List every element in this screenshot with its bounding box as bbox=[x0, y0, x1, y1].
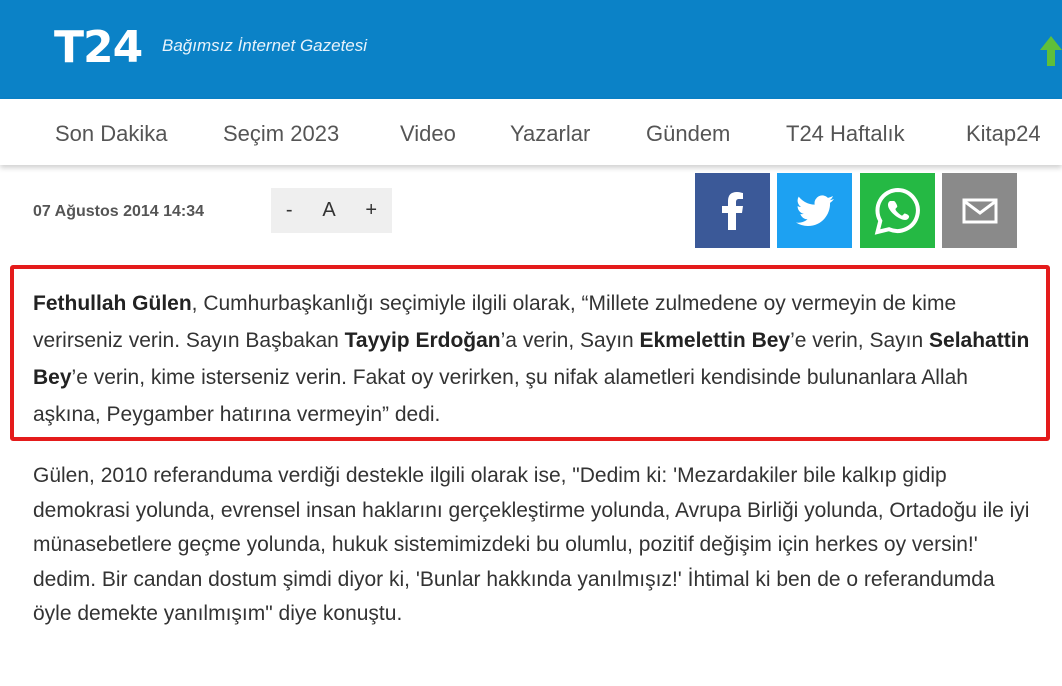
twitter-icon bbox=[795, 194, 834, 226]
facebook-icon bbox=[721, 191, 743, 230]
logo-text: T24 bbox=[54, 22, 143, 73]
font-increase-button[interactable]: + bbox=[359, 199, 383, 222]
nav-item-kitap24[interactable]: Kitap24 bbox=[966, 121, 1041, 147]
article-paragraph: Gülen, 2010 referanduma verdiği destekle… bbox=[33, 464, 1030, 625]
site-logo[interactable]: T24 bbox=[54, 22, 143, 73]
nav-item-yazarlar[interactable]: Yazarlar bbox=[510, 121, 590, 147]
main-navigation: Son Dakika Seçim 2023 Video Yazarlar Gün… bbox=[0, 99, 1062, 165]
nav-item-t24-haftalik[interactable]: T24 Haftalık bbox=[786, 121, 905, 147]
paragraph-text: ’e verin, kime isterseniz verin. Fakat o… bbox=[33, 366, 968, 426]
person-name: Ekmelettin Bey bbox=[639, 329, 791, 352]
site-header: T24 Bağımsız İnternet Gazetesi bbox=[0, 0, 1062, 99]
article-date: 07 Ağustos 2014 14:34 bbox=[33, 203, 205, 220]
font-decrease-button[interactable]: - bbox=[280, 199, 299, 222]
site-tagline: Bağımsız İnternet Gazetesi bbox=[162, 36, 368, 55]
scroll-up-arrow-icon[interactable] bbox=[1040, 36, 1062, 66]
paragraph-text: ’a verin, Sayın bbox=[500, 329, 640, 352]
person-name: Fethullah Gülen bbox=[33, 292, 192, 315]
share-whatsapp-button[interactable] bbox=[860, 173, 935, 248]
whatsapp-icon bbox=[874, 187, 920, 235]
article-paragraph-highlighted: Fethullah Gülen, Cumhurbaşkanlığı seçimi… bbox=[33, 285, 1033, 433]
nav-item-secim-2023[interactable]: Seçim 2023 bbox=[223, 121, 339, 147]
share-facebook-button[interactable] bbox=[695, 173, 770, 248]
font-size-controls: - A + bbox=[271, 188, 392, 233]
share-mail-button[interactable] bbox=[942, 173, 1017, 248]
paragraph-text: ’e verin, Sayın bbox=[790, 329, 930, 352]
mail-icon bbox=[962, 198, 997, 223]
person-name: Tayyip Erdoğan bbox=[344, 329, 501, 352]
nav-item-son-dakika[interactable]: Son Dakika bbox=[55, 121, 168, 147]
nav-item-gundem[interactable]: Gündem bbox=[646, 121, 730, 147]
share-twitter-button[interactable] bbox=[777, 173, 852, 248]
font-reset-button[interactable]: A bbox=[316, 199, 341, 222]
nav-item-video[interactable]: Video bbox=[400, 121, 456, 147]
